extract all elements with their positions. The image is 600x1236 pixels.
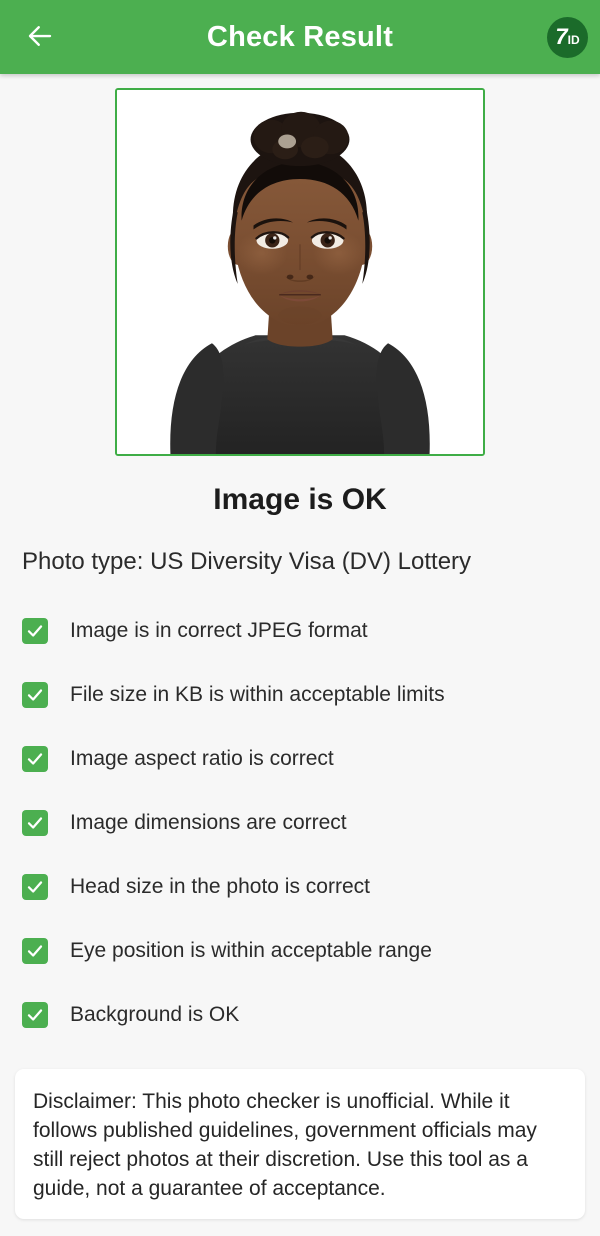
check-item-label: Eye position is within acceptable range — [70, 939, 432, 963]
check-item-label: Image aspect ratio is correct — [70, 747, 334, 771]
check-item: Image is in correct JPEG format — [22, 599, 578, 663]
photo-frame[interactable] — [115, 88, 485, 456]
page-title: Check Result — [206, 20, 394, 53]
check-item-label: File size in KB is within acceptable lim… — [70, 683, 445, 707]
checkmark-icon — [22, 810, 48, 836]
result-headline: Image is OK — [213, 483, 387, 516]
portrait-photo — [117, 90, 483, 454]
checkmark-icon — [22, 938, 48, 964]
checkmark-icon — [22, 874, 48, 900]
check-results-list: Image is in correct JPEG format File siz… — [0, 599, 600, 1047]
check-item-label: Image dimensions are correct — [70, 811, 347, 835]
check-item-label: Image is in correct JPEG format — [70, 619, 368, 643]
brand-logo-digit: 7 — [555, 23, 567, 49]
arrow-left-icon — [25, 21, 55, 54]
brand-logo-suffix: ID — [567, 32, 580, 47]
checkmark-icon — [22, 682, 48, 708]
check-item-label: Head size in the photo is correct — [70, 875, 370, 899]
brand-logo-7id[interactable]: 7 ID — [547, 17, 588, 58]
check-item: Background is OK — [22, 983, 578, 1047]
photo-type-label: Photo type: US Diversity Visa (DV) Lotte… — [22, 548, 472, 575]
photo-preview-container — [0, 74, 600, 456]
check-item: Image dimensions are correct — [22, 791, 578, 855]
check-item: File size in KB is within acceptable lim… — [22, 663, 578, 727]
check-item-label: Background is OK — [70, 1003, 240, 1027]
app-bar: Check Result 7 ID — [0, 0, 600, 74]
check-item: Image aspect ratio is correct — [22, 727, 578, 791]
back-button[interactable] — [12, 9, 68, 65]
disclaimer-text: Disclaimer: This photo checker is unoffi… — [33, 1090, 537, 1200]
checkmark-icon — [22, 1002, 48, 1028]
checkmark-icon — [22, 746, 48, 772]
checkmark-icon — [22, 618, 48, 644]
check-item: Head size in the photo is correct — [22, 855, 578, 919]
check-item: Eye position is within acceptable range — [22, 919, 578, 983]
disclaimer-card: Disclaimer: This photo checker is unoffi… — [15, 1069, 585, 1219]
